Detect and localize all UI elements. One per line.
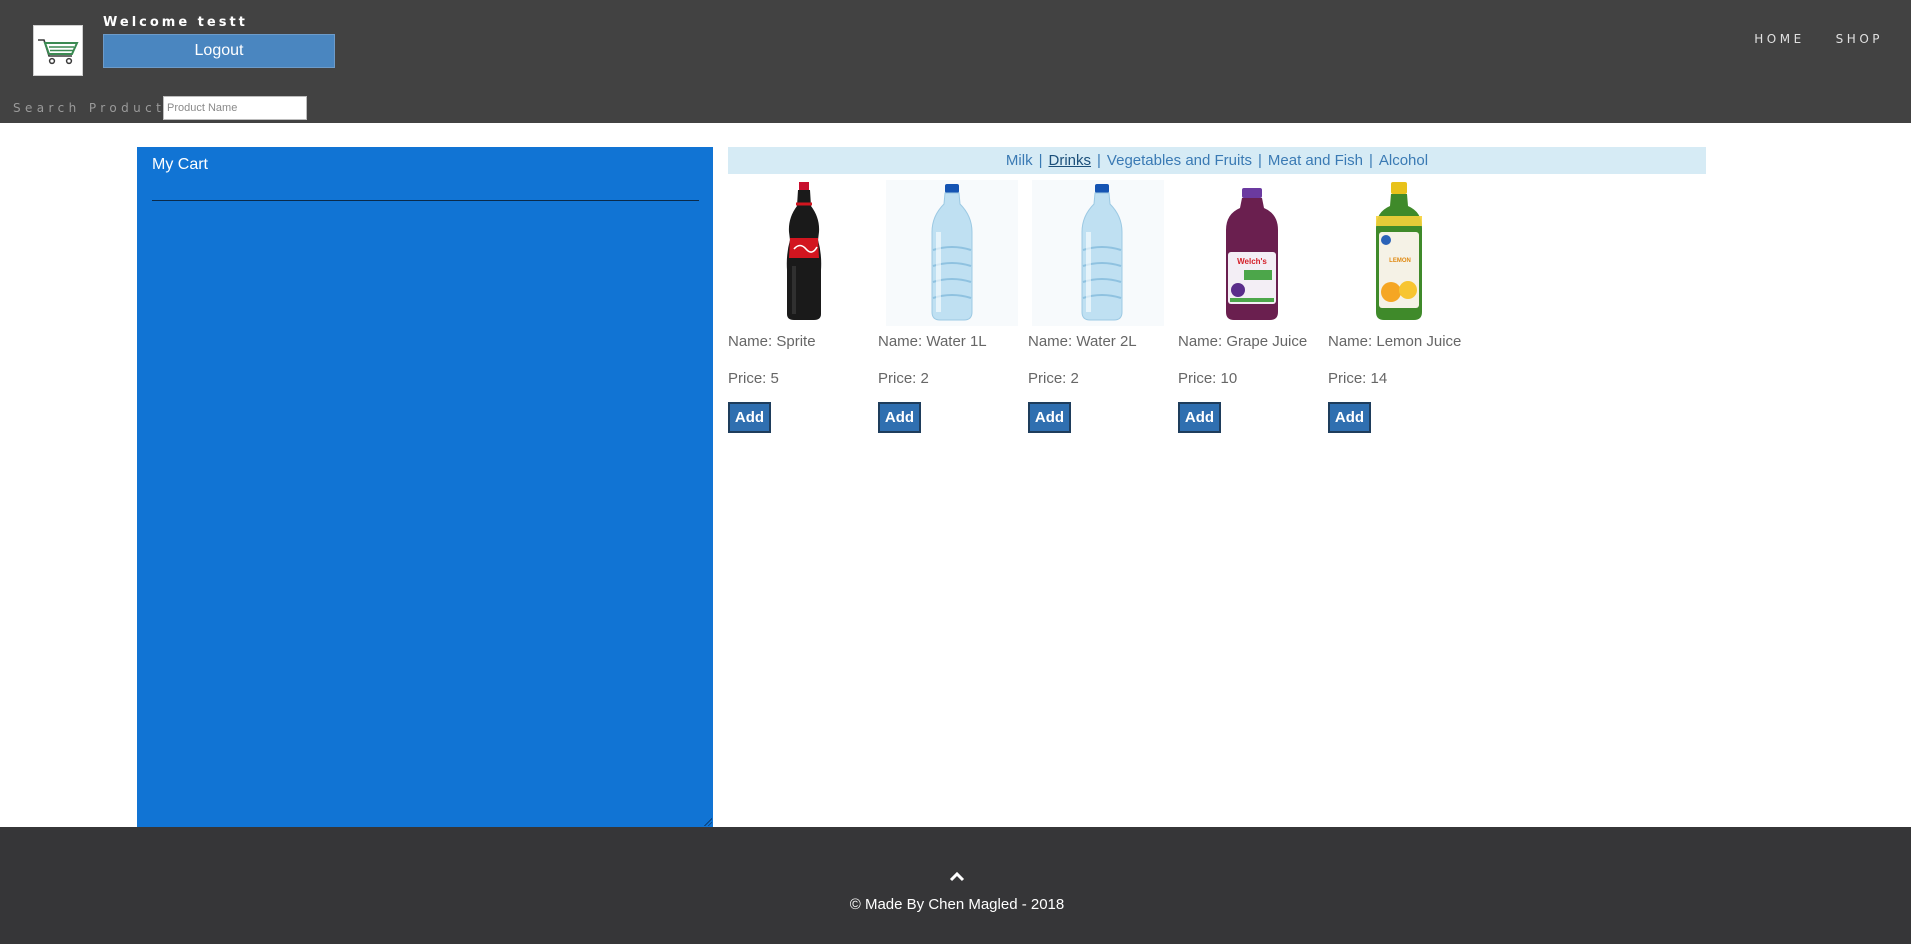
cart-divider [152, 200, 699, 201]
nav-shop-link[interactable]: SHOP [1836, 32, 1883, 46]
category-separator: | [1258, 152, 1262, 169]
cart-title: My Cart [152, 156, 208, 173]
scroll-to-top-button[interactable] [947, 870, 967, 886]
category-drinks[interactable]: Drinks [1049, 152, 1092, 169]
product-image [1028, 180, 1168, 326]
footer: © Made By Chen Magled - 2018 [0, 827, 1911, 944]
chevron-up-icon [949, 871, 965, 882]
water-bottle-image [1032, 180, 1164, 326]
category-vegetables-and-fruits[interactable]: Vegetables and Fruits [1107, 152, 1252, 169]
svg-text:LEMON: LEMON [1389, 258, 1411, 264]
product-name: Name: Sprite [728, 333, 816, 350]
search-label: Search Products [13, 101, 176, 115]
product-name: Name: Lemon Juice [1328, 333, 1462, 350]
grape-juice-image: Welch's [1226, 188, 1278, 320]
cart-panel: My Cart [137, 147, 713, 827]
shopping-cart-icon [38, 38, 79, 64]
copyright-text: © Made By Chen Magled - 2018 [849, 896, 1065, 913]
category-alcohol[interactable]: Alcohol [1379, 152, 1428, 169]
header: Welcome testt Logout HOME SHOP Search Pr… [0, 0, 1911, 123]
product-image [878, 180, 1018, 326]
product-name: Name: Grape Juice [1178, 333, 1308, 350]
category-separator: | [1097, 152, 1101, 169]
water-bottle-image [886, 180, 1018, 326]
add-to-cart-button[interactable]: Add [878, 402, 921, 433]
welcome-text: Welcome testt [103, 15, 248, 30]
product-card: Welch's Name: Grape Juice Price: 10 Add [1178, 180, 1318, 440]
product-price: Price: 2 [1028, 370, 1079, 387]
product-price: Price: 5 [728, 370, 779, 387]
add-to-cart-button[interactable]: Add [1028, 402, 1071, 433]
nav-home-link[interactable]: HOME [1754, 32, 1804, 46]
add-to-cart-button[interactable]: Add [1328, 402, 1371, 433]
product-price: Price: 2 [878, 370, 929, 387]
product-card: Name: Sprite Price: 5 Add [728, 180, 868, 440]
logout-button[interactable]: Logout [103, 34, 335, 68]
product-card: Name: Water 1L Price: 2 Add [878, 180, 1018, 440]
product-card: LEMON Name: Lemon Juice Price: 14 Add [1328, 180, 1468, 440]
product-price: Price: 14 [1328, 370, 1388, 387]
category-bar: Milk | Drinks | Vegetables and Fruits | … [728, 147, 1706, 174]
add-to-cart-button[interactable]: Add [1178, 402, 1221, 433]
product-image: Welch's [1178, 180, 1318, 326]
category-milk[interactable]: Milk [1006, 152, 1033, 169]
category-separator: | [1038, 152, 1043, 169]
lemon-juice-image: LEMON [1376, 182, 1422, 320]
logo[interactable] [33, 25, 83, 76]
resize-handle-icon[interactable] [703, 817, 712, 826]
svg-text:Welch's: Welch's [1237, 257, 1267, 266]
category-meat-and-fish[interactable]: Meat and Fish [1268, 152, 1363, 169]
add-to-cart-button[interactable]: Add [728, 402, 771, 433]
product-price: Price: 10 [1178, 370, 1238, 387]
product-name: Name: Water 2L [1028, 333, 1137, 350]
product-card: Name: Water 2L Price: 2 Add [1028, 180, 1168, 440]
top-nav: HOME SHOP [1754, 32, 1883, 46]
cola-bottle-image [786, 182, 822, 320]
search-input[interactable] [163, 96, 307, 120]
category-separator: | [1368, 152, 1373, 169]
product-name: Name: Water 1L [878, 333, 987, 350]
product-image: LEMON [1328, 180, 1468, 326]
product-image [728, 180, 868, 326]
